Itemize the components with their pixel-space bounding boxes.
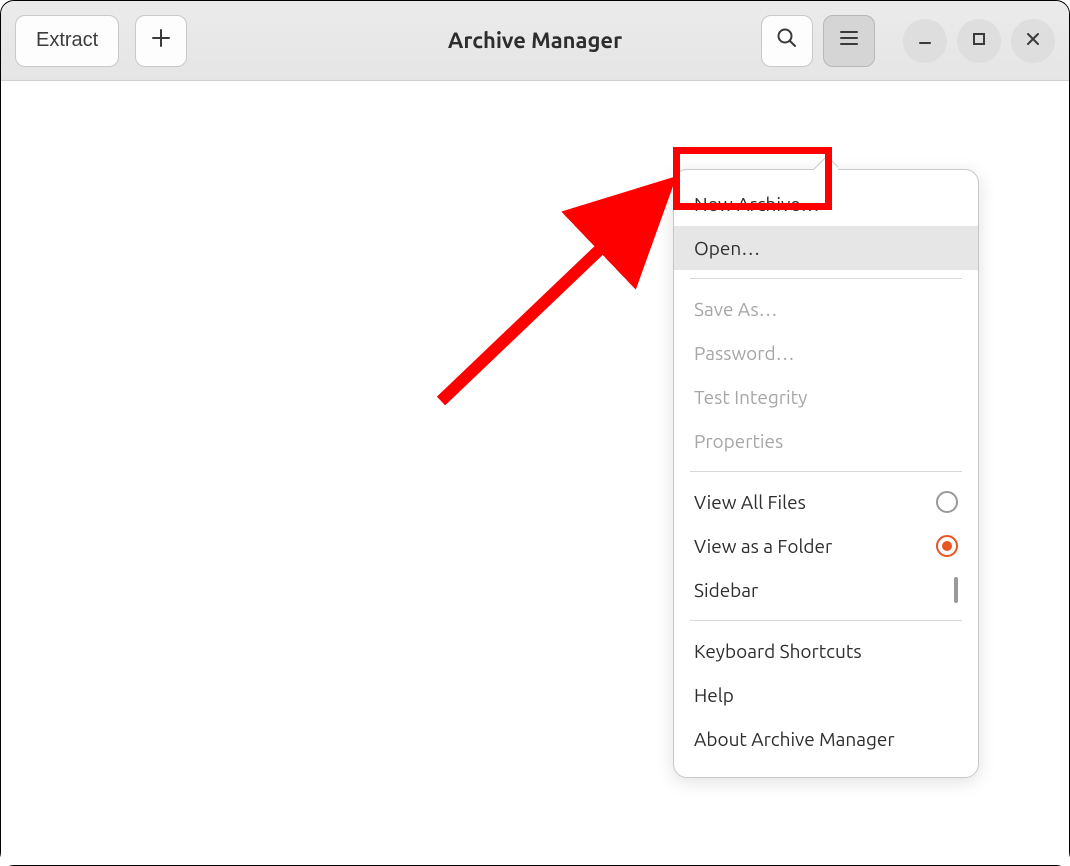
menu-save-as: Save As… (674, 287, 978, 331)
radio-control (936, 535, 958, 557)
menu-item-label: View as a Folder (694, 535, 832, 557)
popover-caret (814, 158, 838, 170)
menu-view-as-folder[interactable]: View as a Folder (674, 524, 978, 568)
menu-section-view: View All Files View as a Folder Sidebar (674, 476, 978, 616)
menu-item-label: Open… (694, 237, 760, 259)
header-right-group (761, 15, 1055, 67)
search-button[interactable] (761, 15, 813, 67)
menu-item-label: About Archive Manager (694, 728, 895, 750)
menu-keyboard-shortcuts[interactable]: Keyboard Shortcuts (674, 629, 978, 673)
menu-item-label: Help (694, 684, 734, 706)
search-icon (776, 27, 798, 55)
radio-control (936, 491, 958, 513)
menu-new-archive[interactable]: New Archive… (674, 182, 978, 226)
checkbox-control (954, 579, 958, 601)
menu-about[interactable]: About Archive Manager (674, 717, 978, 761)
menu-divider (690, 278, 962, 279)
minimize-button[interactable] (903, 19, 947, 63)
menu-section-archive: Save As… Password… Test Integrity Proper… (674, 283, 978, 467)
extract-button[interactable]: Extract (15, 15, 119, 67)
menu-item-label: New Archive… (694, 193, 820, 215)
menu-item-label: Save As… (694, 298, 778, 320)
radio-icon (936, 491, 958, 513)
menu-sidebar[interactable]: Sidebar (674, 568, 978, 612)
menu-item-label: Sidebar (694, 579, 758, 601)
menu-password: Password… (674, 331, 978, 375)
menu-item-label: Keyboard Shortcuts (694, 640, 862, 662)
main-menu-popover: New Archive… Open… Save As… Password… Te… (673, 169, 979, 778)
menu-item-label: Password… (694, 342, 795, 364)
menu-help[interactable]: Help (674, 673, 978, 717)
menu-button[interactable] (823, 15, 875, 67)
header-left-group: Extract (15, 15, 187, 67)
checkbox-icon (954, 577, 958, 603)
plus-icon (151, 28, 171, 54)
hamburger-icon (839, 28, 859, 54)
menu-test-integrity: Test Integrity (674, 375, 978, 419)
menu-open[interactable]: Open… (674, 226, 978, 270)
add-files-button[interactable] (135, 15, 187, 67)
menu-properties: Properties (674, 419, 978, 463)
menu-view-all-files[interactable]: View All Files (674, 480, 978, 524)
minimize-icon (917, 31, 933, 51)
menu-divider (690, 471, 962, 472)
annotation-arrow (421, 171, 691, 421)
maximize-button[interactable] (957, 19, 1001, 63)
menu-divider (690, 620, 962, 621)
header-bar: Extract Archive Manager (1, 1, 1069, 81)
maximize-icon (972, 32, 986, 50)
menu-section-file: New Archive… Open… (674, 178, 978, 274)
content-area: New Archive… Open… Save As… Password… Te… (1, 81, 1069, 865)
window-title: Archive Manager (448, 28, 622, 53)
menu-item-label: Properties (694, 430, 783, 452)
close-icon (1025, 31, 1041, 51)
close-button[interactable] (1011, 19, 1055, 63)
menu-item-label: View All Files (694, 491, 806, 513)
menu-item-label: Test Integrity (694, 386, 807, 408)
menu-section-help: Keyboard Shortcuts Help About Archive Ma… (674, 625, 978, 765)
extract-button-label: Extract (36, 29, 98, 52)
radio-icon-selected (936, 535, 958, 557)
